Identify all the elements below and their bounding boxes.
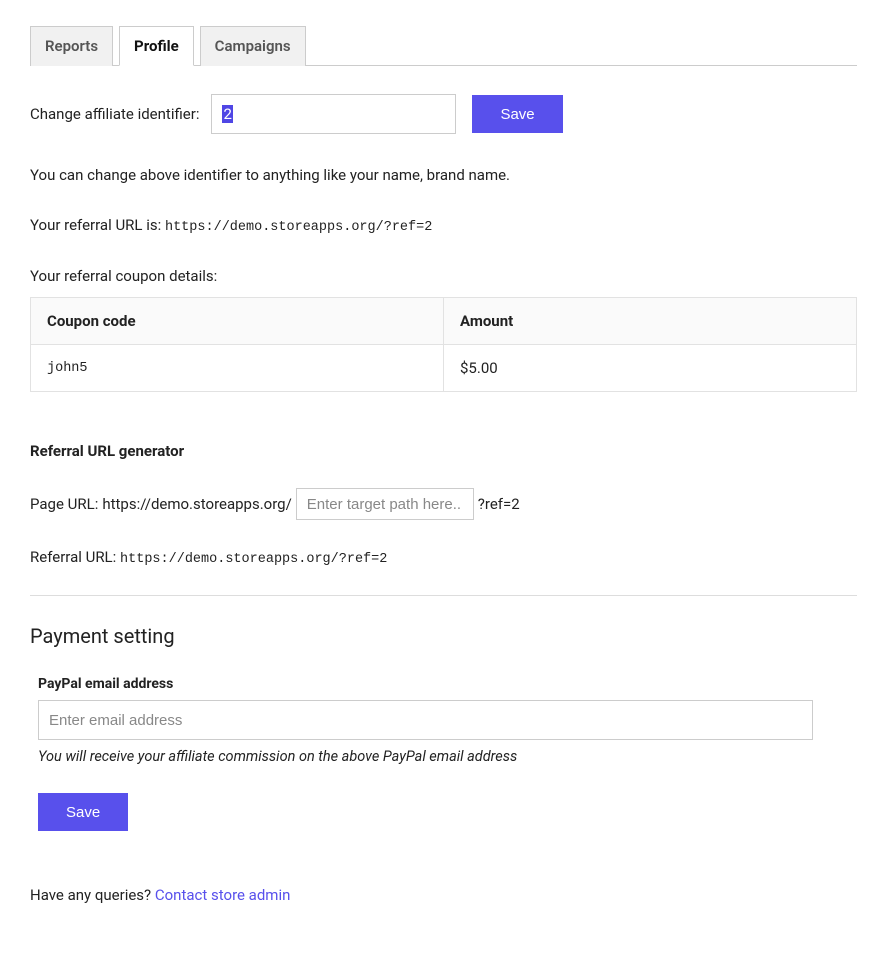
identifier-row: Change affiliate identifier: 2 Save (30, 94, 857, 134)
divider (30, 595, 857, 596)
page-url-suffix: ?ref=2 (478, 495, 520, 513)
referral-url-line: Your referral URL is: https://demo.store… (30, 216, 857, 235)
page-url-base: https://demo.storeapps.org/ (102, 495, 291, 513)
tab-reports[interactable]: Reports (30, 26, 113, 66)
generator-result-label: Referral URL: (30, 548, 116, 566)
generator-result-url: https://demo.storeapps.org/?ref=2 (120, 552, 387, 567)
page-url-label: Page URL: (30, 495, 98, 513)
coupon-heading: Your referral coupon details: (30, 267, 857, 285)
paypal-label: PayPal email address (38, 676, 857, 692)
save-payment-button[interactable]: Save (38, 793, 128, 831)
identifier-help-text: You can change above identifier to anyth… (30, 166, 857, 184)
coupon-table: Coupon code Amount john5 $5.00 (30, 297, 857, 392)
tab-campaigns[interactable]: Campaigns (200, 26, 306, 66)
paypal-email-input[interactable] (38, 700, 813, 740)
paypal-hint: You will receive your affiliate commissi… (38, 748, 857, 765)
referral-url-label: Your referral URL is: (30, 216, 161, 234)
generator-page-row: Page URL: https://demo.storeapps.org/ ?r… (30, 488, 857, 520)
coupon-amount-value: $5.00 (444, 345, 857, 392)
identifier-value: 2 (222, 105, 232, 123)
table-row: john5 $5.00 (31, 345, 857, 392)
table-header-row: Coupon code Amount (31, 298, 857, 345)
col-amount: Amount (444, 298, 857, 345)
save-identifier-button[interactable]: Save (472, 95, 562, 133)
queries-line: Have any queries? Contact store admin (30, 886, 857, 904)
contact-admin-link[interactable]: Contact store admin (155, 886, 291, 904)
col-coupon-code: Coupon code (31, 298, 444, 345)
identifier-input[interactable]: 2 (211, 94, 456, 134)
queries-text: Have any queries? (30, 886, 151, 904)
generator-result-line: Referral URL: https://demo.storeapps.org… (30, 548, 857, 567)
payment-heading: Payment setting (30, 624, 857, 648)
target-path-input[interactable] (296, 488, 474, 520)
paypal-field-group: PayPal email address You will receive yo… (38, 676, 857, 831)
generator-heading: Referral URL generator (30, 442, 857, 460)
tab-profile[interactable]: Profile (119, 26, 194, 66)
referral-url-value: https://demo.storeapps.org/?ref=2 (165, 220, 432, 235)
identifier-label: Change affiliate identifier: (30, 105, 199, 123)
coupon-code-value: john5 (31, 345, 444, 392)
tab-bar: Reports Profile Campaigns (30, 25, 857, 66)
